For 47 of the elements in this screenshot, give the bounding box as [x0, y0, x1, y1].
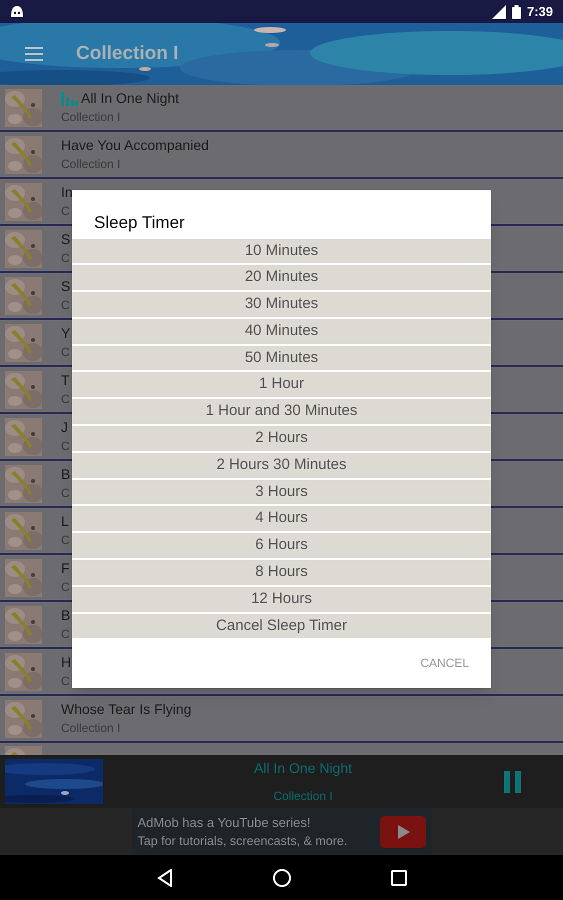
timer-option[interactable]: 20 Minutes: [72, 265, 491, 290]
song-title: All In One Night: [81, 90, 180, 108]
timer-option[interactable]: 6 Hours: [72, 533, 491, 558]
back-icon[interactable]: [156, 868, 172, 886]
timer-option[interactable]: 40 Minutes: [72, 318, 491, 344]
cancel-button[interactable]: CANCEL: [420, 654, 469, 672]
recents-icon[interactable]: [390, 870, 406, 886]
player-subtitle: Collection I: [273, 788, 333, 805]
menu-icon[interactable]: [25, 47, 43, 61]
dialog-title: Sleep Timer: [94, 212, 186, 234]
song-title: T: [61, 372, 70, 390]
timer-option[interactable]: Cancel Sleep Timer: [72, 614, 491, 638]
song-title: B: [61, 607, 70, 625]
pause-button[interactable]: [503, 770, 523, 794]
ad-headline: AdMob has a YouTube series!: [138, 814, 312, 832]
song-title: F: [61, 560, 70, 578]
ad-banner[interactable]: AdMob has a YouTube series! Tap for tutorials, screencasts, & more.: [132, 808, 432, 855]
song-title: Y: [61, 325, 70, 343]
song-title: H: [61, 654, 72, 672]
home-icon[interactable]: [272, 868, 290, 886]
toolbar-title: Collection I: [76, 42, 178, 66]
clock: 7:39: [526, 2, 553, 21]
song-title: Whose Tear Is Flying: [61, 701, 192, 719]
play-icon: [380, 816, 426, 848]
signal-icon: [492, 4, 506, 18]
song-title: B: [61, 466, 70, 484]
player-title: All In One Night: [254, 759, 352, 778]
timer-option[interactable]: 12 Hours: [72, 586, 491, 612]
song-title: Have You Accompanied: [61, 137, 209, 155]
timer-option[interactable]: 2 Hours 30 Minutes: [72, 452, 491, 478]
timer-option[interactable]: 8 Hours: [72, 560, 491, 585]
android-icon: [10, 6, 24, 17]
timer-option[interactable]: 10 Minutes: [72, 238, 491, 264]
timer-option[interactable]: 1 Hour: [72, 372, 491, 398]
ad-text: Tap for tutorials, screencasts, & more.: [138, 832, 348, 850]
timer-option[interactable]: 3 Hours: [72, 480, 491, 504]
timer-option[interactable]: 1 Hour and 30 Minutes: [72, 399, 491, 424]
song-title: In: [61, 184, 73, 202]
timer-option[interactable]: 50 Minutes: [72, 346, 491, 370]
battery-icon: [512, 4, 521, 18]
timer-option[interactable]: 30 Minutes: [72, 292, 491, 317]
song-title: S: [61, 231, 70, 249]
timer-option[interactable]: 2 Hours: [72, 426, 491, 451]
song-title: J: [61, 419, 68, 437]
song-title: L: [61, 513, 69, 531]
song-title: S: [61, 278, 70, 296]
timer-option[interactable]: 4 Hours: [72, 506, 491, 532]
